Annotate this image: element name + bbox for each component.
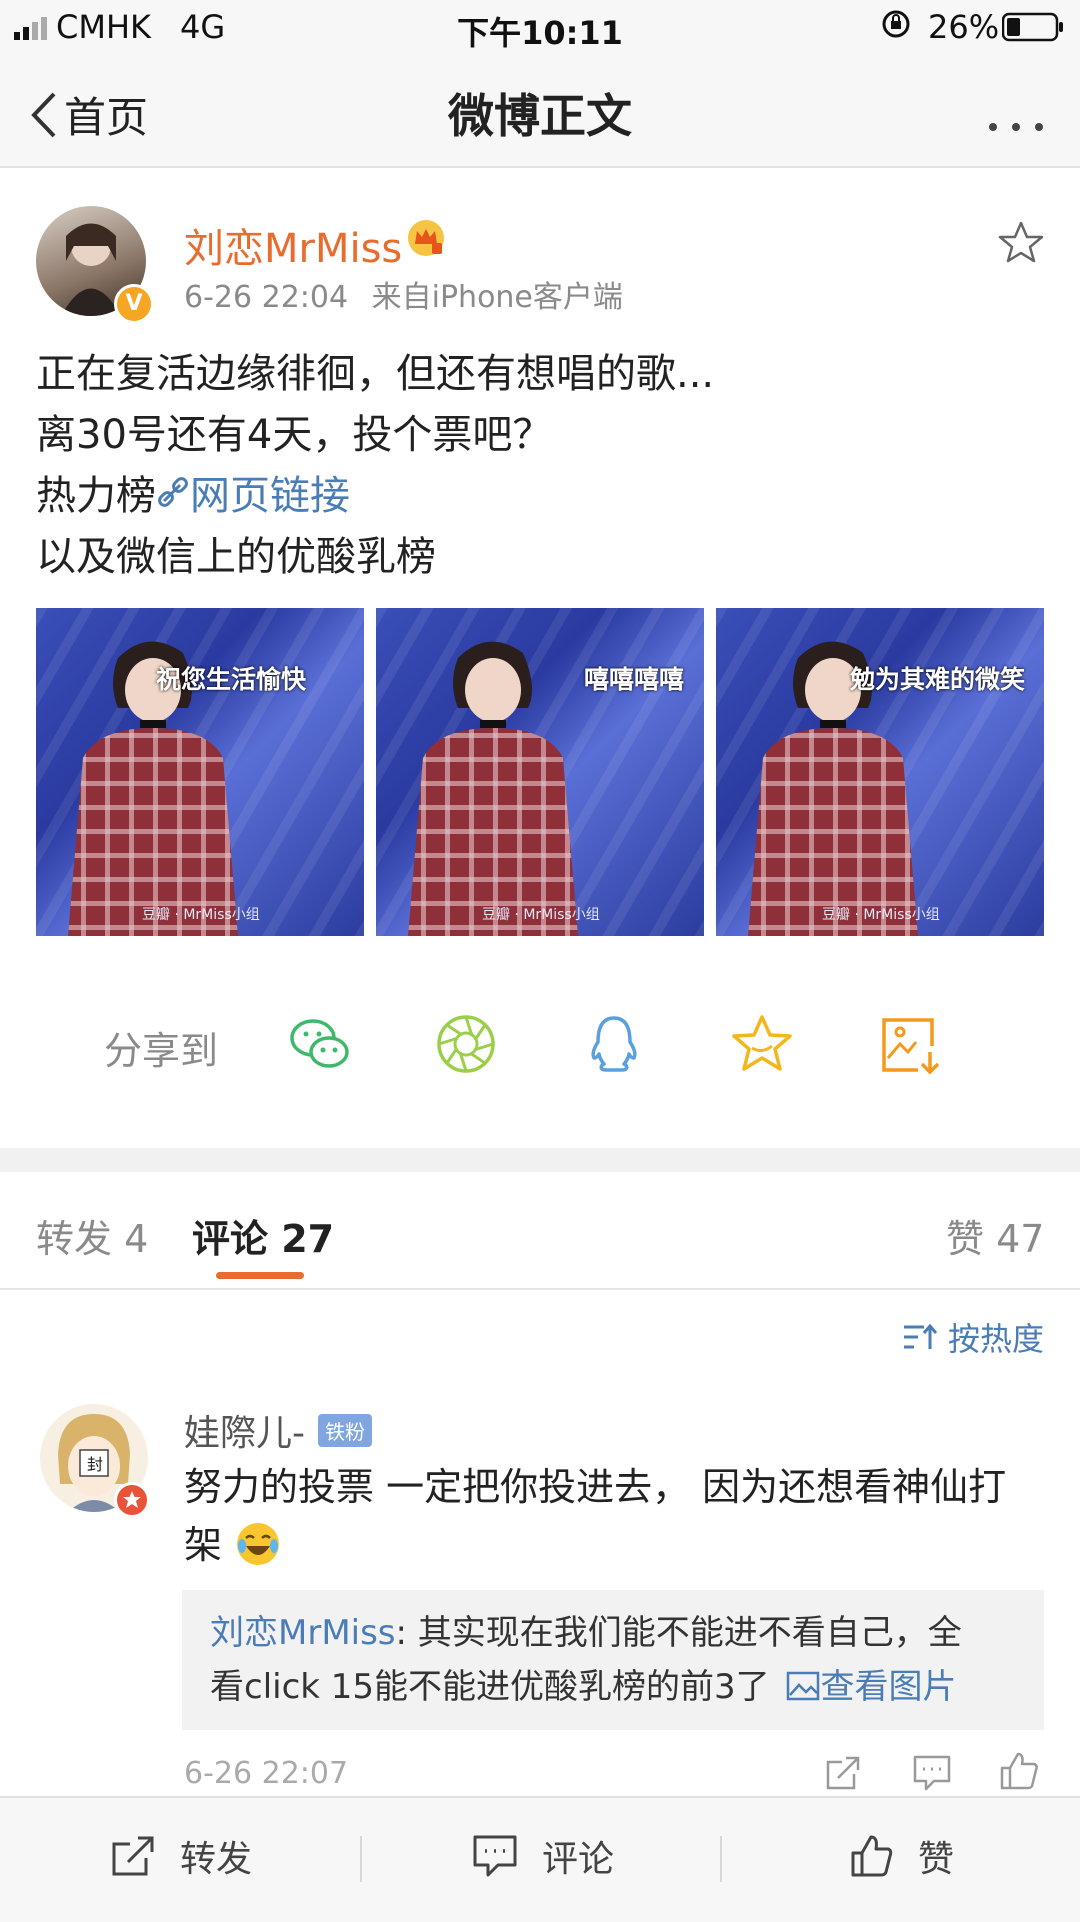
qq-icon[interactable] [582,1012,646,1076]
author-name[interactable]: 刘恋MrMiss [184,216,402,274]
toolbar-divider [720,1836,722,1882]
vip-crown-icon [406,218,446,262]
sort-icon [904,1323,938,1349]
commenter-name[interactable]: 娃際儿- [184,1404,305,1456]
favorite-star-icon[interactable] [998,220,1044,268]
repost-icon [112,1836,154,1876]
post-body: 正在复活边缘徘徊，但还有想唱的歌... 离30号还有4天，投个票吧？ 热力榜 网页… [36,344,1046,588]
member-badge-icon [114,1482,150,1518]
post-photo-2[interactable]: 嘻嘻嘻嘻 豆瓣 · MrMiss小组 [376,608,704,936]
photo-caption: 勉为其难的微笑 [850,665,1026,694]
laughing-emoji-icon [234,1523,282,1567]
reply-content: 刘恋MrMiss: 其实现在我们能不能进不看自己，全 看click 15能不能进… [210,1606,1030,1714]
repost-button[interactable]: 转发 [110,1830,252,1882]
reply-text-2: 看click 15能不能进优酸乳榜的前3了 [210,1667,770,1707]
post-line: 热力榜 网页链接 [36,466,1046,527]
reply-box[interactable]: 刘恋MrMiss: 其实现在我们能不能进不看自己，全 看click 15能不能进… [182,1590,1044,1730]
view-image-label: 查看图片 [820,1667,957,1707]
tab-comments[interactable]: 评论 27 [192,1208,334,1263]
photo-caption: 祝您生活愉快 [156,665,307,694]
moments-icon[interactable] [434,1012,498,1076]
nav-bar: 首页 微博正文 [0,54,1080,168]
sort-button[interactable]: 按热度 [902,1314,1044,1360]
status-bar: CMHK 4G 下午10:11 26% [0,0,1080,54]
save-image-icon[interactable] [878,1012,942,1076]
more-dots-icon [989,123,1043,131]
comment-like-icon[interactable] [998,1750,1040,1796]
post-source: 来自iPhone客户端 [371,280,623,315]
like-button[interactable]: 赞 [850,1830,954,1882]
clock: 下午10:11 [457,14,623,52]
tab-likes[interactable]: 赞 47 [946,1208,1044,1263]
comment-text: 努力的投票 一定把你投进去， 因为还想看神仙打架 [184,1458,1044,1574]
sort-label: 按热度 [948,1320,1045,1358]
share-label: 分享到 [104,1029,219,1073]
comment-time: 6-26 22:07 [184,1756,349,1791]
post-line: 以及微信上的优酸乳榜 [36,534,436,580]
tabs-divider [0,1288,1080,1290]
comment-button[interactable]: 评论 [472,1830,614,1882]
post-line: 离30号还有4天，投个票吧？ [36,412,553,458]
photo-caption: 嘻嘻嘻嘻 [584,665,685,694]
photo-watermark: 豆瓣 · MrMiss小组 [822,907,940,923]
comment-icon [473,1835,517,1877]
battery-icon [1001,12,1066,50]
link-icon [158,477,188,507]
post-time: 6-26 22:04 [184,280,349,315]
photo-watermark: 豆瓣 · MrMiss小组 [142,907,260,923]
post-line-prefix: 热力榜 [36,473,156,519]
post-photo-3[interactable]: 勉为其难的微笑 豆瓣 · MrMiss小组 [716,608,1044,936]
svg-text:封: 封 [87,1455,103,1474]
verified-badge-icon: V [114,284,154,324]
toolbar-divider [360,1836,362,1882]
tab-repost[interactable]: 转发 4 [36,1208,148,1263]
reply-author[interactable]: 刘恋MrMiss [210,1613,396,1653]
repost-label: 转发 [180,1839,253,1880]
page-title: 微博正文 [448,89,632,143]
favorite-share-icon[interactable] [730,1012,794,1076]
reply-text-1: : 其实现在我们能不能进不看自己，全 [395,1613,962,1653]
wechat-icon[interactable] [288,1012,352,1076]
view-image-link[interactable]: 查看图片 [786,1667,956,1707]
fan-badge: 铁粉 [318,1414,372,1447]
web-link[interactable]: 网页链接 [156,473,350,519]
comment-reply-icon[interactable] [912,1754,952,1796]
comment-text-body: 努力的投票 一定把你投进去， 因为还想看神仙打架 [184,1465,1007,1567]
post-photo-1[interactable]: 祝您生活愉快 豆瓣 · MrMiss小组 [36,608,364,936]
like-label: 赞 [918,1839,955,1880]
rotation-lock-icon [880,8,912,48]
post-timestamp: 6-26 22:04 来自iPhone客户端 [184,272,623,316]
comment-repost-icon[interactable] [824,1754,862,1796]
comment-label: 评论 [542,1839,615,1880]
image-icon [787,1671,820,1701]
photo-watermark: 豆瓣 · MrMiss小组 [482,907,600,923]
more-button[interactable] [986,94,1046,145]
tab-active-indicator [216,1272,304,1279]
like-icon [851,1835,893,1877]
post-line: 正在复活边缘徘徊，但还有想唱的歌... [36,351,715,397]
battery-percent: 26% [928,8,1000,46]
web-link-label: 网页链接 [190,473,350,519]
section-divider [0,1148,1080,1172]
